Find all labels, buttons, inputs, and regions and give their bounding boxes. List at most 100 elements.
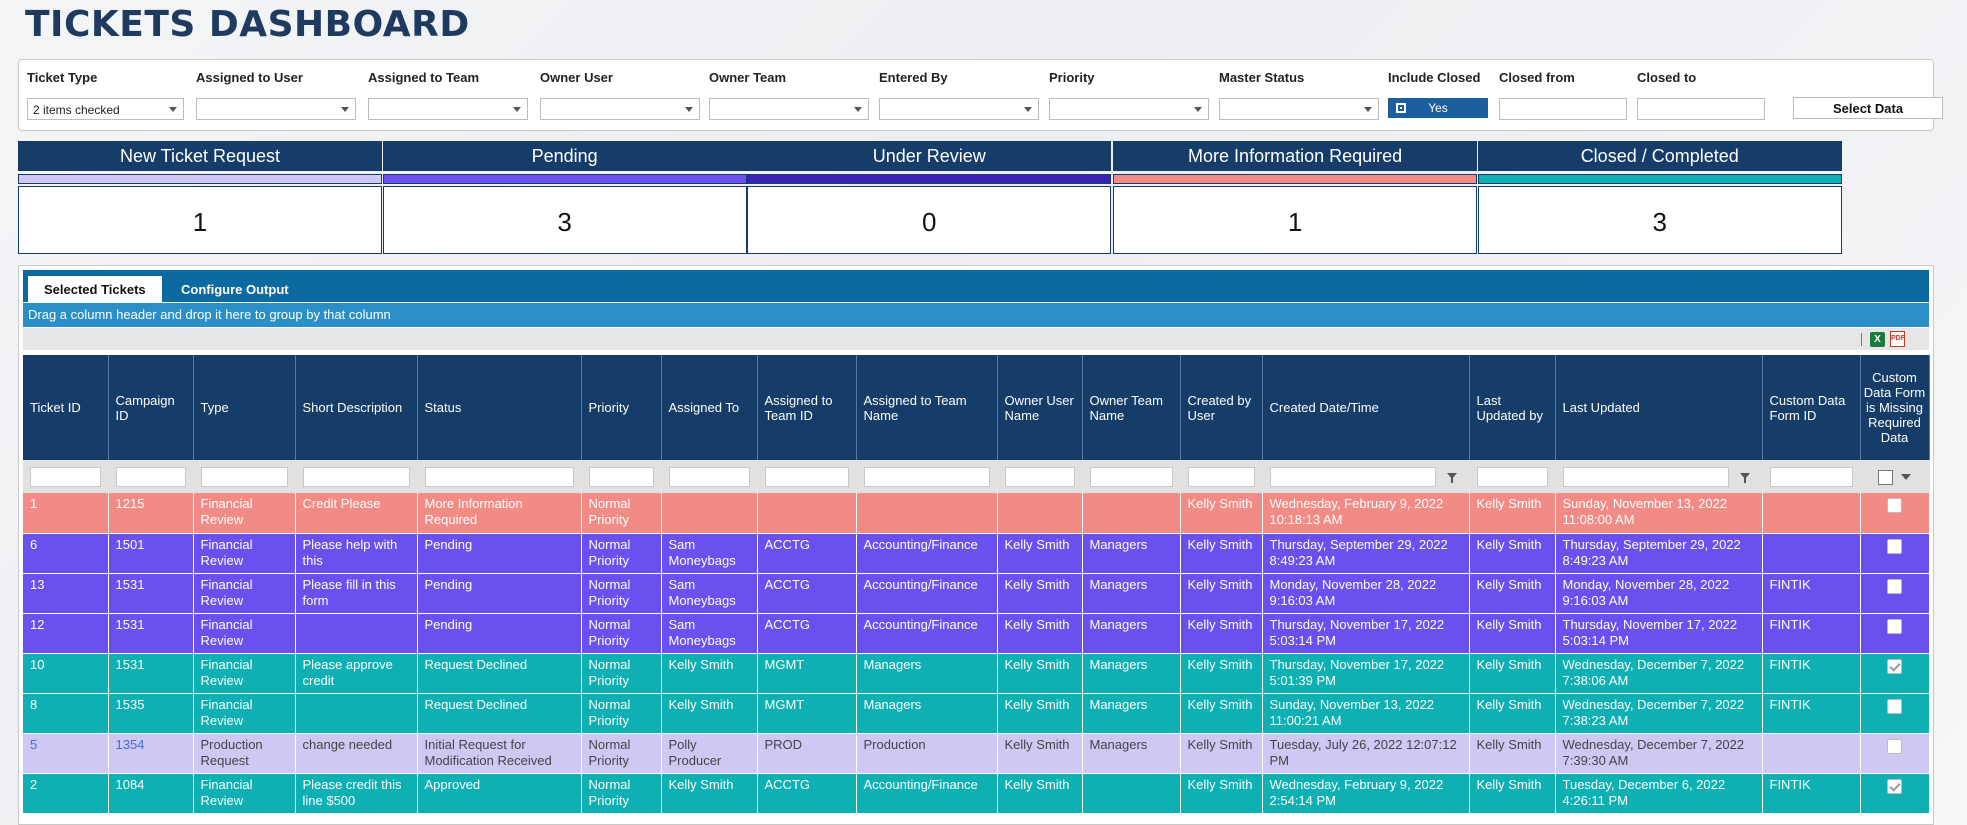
missing-data-checkbox[interactable] (1887, 578, 1902, 594)
column-header[interactable]: Last Updated by (1469, 355, 1556, 460)
cell-status: Pending (417, 613, 582, 654)
missing-data-checkbox[interactable] (1887, 538, 1902, 554)
column-filter-input[interactable] (200, 466, 288, 487)
filter-assigned-user: Assigned to User (196, 70, 356, 120)
column-header[interactable]: Owner Team Name (1082, 355, 1181, 460)
column-header[interactable]: Created by User (1180, 355, 1263, 460)
column-filter-input[interactable] (1187, 466, 1255, 487)
filter-funnel-icon[interactable] (1739, 472, 1750, 483)
cell-campaign-id: 1531 (108, 653, 194, 694)
cell-last-updated: Monday, November 28, 2022 9:16:03 AM (1555, 573, 1763, 614)
priority-dropdown[interactable] (1049, 98, 1209, 120)
tab-selected-tickets[interactable]: Selected Tickets (28, 276, 162, 302)
missing-data-checkbox[interactable] (1887, 738, 1902, 754)
column-filter-input[interactable] (302, 466, 410, 487)
status-card[interactable]: More Information Required 1 (1113, 141, 1478, 254)
table-row[interactable]: 10 1531 Financial Review Please approve cre… (23, 653, 1930, 694)
closed-to-input[interactable] (1637, 98, 1765, 120)
missing-data-checkbox[interactable] (1887, 498, 1902, 513)
filter-funnel-icon[interactable] (1446, 472, 1457, 483)
filter-funnel-icon[interactable] (1901, 474, 1911, 481)
table-row[interactable]: 8 1535 Financial Review Request Declined Nor… (23, 693, 1930, 734)
column-header[interactable]: Type (193, 355, 296, 460)
cell-type: Financial Review (193, 693, 296, 734)
column-header[interactable]: Assigned To (661, 355, 758, 460)
checkbox-icon (1396, 103, 1406, 113)
cell-priority: Normal Priority (581, 613, 662, 654)
missing-data-checkbox[interactable] (1887, 618, 1902, 634)
column-filter-input[interactable] (115, 466, 186, 487)
status-card[interactable]: New Ticket Request 1 (18, 141, 382, 254)
column-filter-input[interactable] (1476, 466, 1548, 487)
column-header[interactable]: Last Updated (1555, 355, 1763, 460)
column-header[interactable]: Priority (581, 355, 662, 460)
status-card[interactable]: Pending 3 (382, 141, 747, 254)
master-status-dropdown[interactable] (1219, 98, 1379, 120)
column-filter-input[interactable] (1562, 466, 1750, 487)
status-card[interactable]: Closed / Completed 3 (1477, 141, 1842, 254)
cell-created-by: Kelly Smith (1180, 533, 1263, 574)
tab-configure-output[interactable]: Configure Output (165, 276, 305, 302)
column-header[interactable]: Short Description (295, 355, 418, 460)
cell-team-id (757, 493, 857, 534)
ticket-type-dropdown[interactable]: 2 items checked (27, 98, 184, 120)
filter-checkbox[interactable] (1878, 469, 1893, 485)
table-row[interactable]: 6 1501 Financial Review Please help with th… (23, 533, 1930, 574)
include-closed-toggle[interactable]: Yes (1388, 98, 1488, 118)
column-filter-input[interactable] (863, 466, 990, 487)
column-header[interactable]: Assigned to Team Name (856, 355, 998, 460)
status-card[interactable]: Under Review 0 (747, 141, 1112, 254)
table-row[interactable]: 13 1531 Financial Review Please fill in thi… (23, 573, 1930, 614)
entered-by-dropdown[interactable] (879, 98, 1039, 120)
column-filter-input[interactable] (764, 466, 849, 487)
cell-campaign-id: 1501 (108, 533, 194, 574)
column-filter-input[interactable] (1269, 466, 1457, 487)
column-filter-input[interactable] (668, 466, 750, 487)
cell-campaign-id: 1535 (108, 693, 194, 734)
column-header[interactable]: Status (417, 355, 582, 460)
table-row[interactable]: 5 1354 Production Request change needed Init… (23, 733, 1930, 774)
group-by-drop-zone[interactable]: Drag a column header and drop it here to… (23, 303, 1929, 327)
select-data-button[interactable]: Select Data (1793, 97, 1943, 119)
cell-status: Request Declined (417, 693, 582, 734)
column-header[interactable]: Custom Data Form is Missing Required Dat… (1860, 355, 1930, 460)
cell-created: Sunday, November 13, 2022 11:00:21 AM (1262, 693, 1470, 734)
filter-label: Owner Team (709, 70, 787, 85)
filter-include-closed: Include Closed Yes (1388, 70, 1488, 118)
column-header[interactable]: Ticket ID (23, 355, 109, 460)
column-header[interactable]: Assigned to Team ID (757, 355, 857, 460)
column-filter-input[interactable] (1004, 466, 1075, 487)
cell-owner-team: Managers (1082, 653, 1181, 694)
missing-data-checkbox[interactable] (1887, 658, 1902, 674)
tab-strip: Selected Tickets Configure Output (23, 270, 1929, 302)
assigned-team-dropdown[interactable] (368, 98, 528, 120)
table-row[interactable]: 1 1215 Financial Review Credit Please More I… (23, 493, 1930, 534)
column-header[interactable]: Campaign ID (108, 355, 194, 460)
column-filter-input[interactable] (424, 466, 574, 487)
cell-ticket-id: 12 (23, 613, 109, 654)
owner-user-dropdown[interactable] (540, 98, 700, 120)
excel-export-icon[interactable]: X (1870, 332, 1885, 347)
column-header[interactable]: Owner User Name (997, 355, 1083, 460)
missing-data-checkbox[interactable] (1887, 698, 1902, 714)
column-filter-input[interactable] (588, 466, 654, 487)
column-filter-input[interactable] (1769, 466, 1853, 487)
pdf-export-icon[interactable]: PDF (1890, 331, 1905, 347)
column-filter-input[interactable] (1089, 466, 1173, 487)
table-row[interactable]: 12 1531 Financial Review Pending Normal Prio… (23, 613, 1930, 654)
assigned-user-dropdown[interactable] (196, 98, 356, 120)
cell-team-id: ACCTG (757, 613, 857, 654)
cell-team-id: ACCTG (757, 533, 857, 574)
column-header[interactable]: Custom Data Form ID (1762, 355, 1861, 460)
closed-from-input[interactable] (1499, 98, 1627, 120)
column-header[interactable]: Created Date/Time (1262, 355, 1470, 460)
cell-short-description (295, 693, 418, 734)
owner-team-dropdown[interactable] (709, 98, 869, 120)
missing-data-checkbox[interactable] (1887, 778, 1902, 794)
cell-ticket-id: 5 (23, 733, 109, 774)
table-row[interactable]: 2 1084 Financial Review Please credit this … (23, 773, 1930, 814)
column-filter-input[interactable] (30, 466, 101, 487)
status-color-bar (1477, 174, 1842, 184)
tickets-grid-panel: Selected Tickets Configure Output Drag a… (18, 265, 1934, 825)
cell-assigned-to: Sam Moneybags (661, 613, 758, 654)
